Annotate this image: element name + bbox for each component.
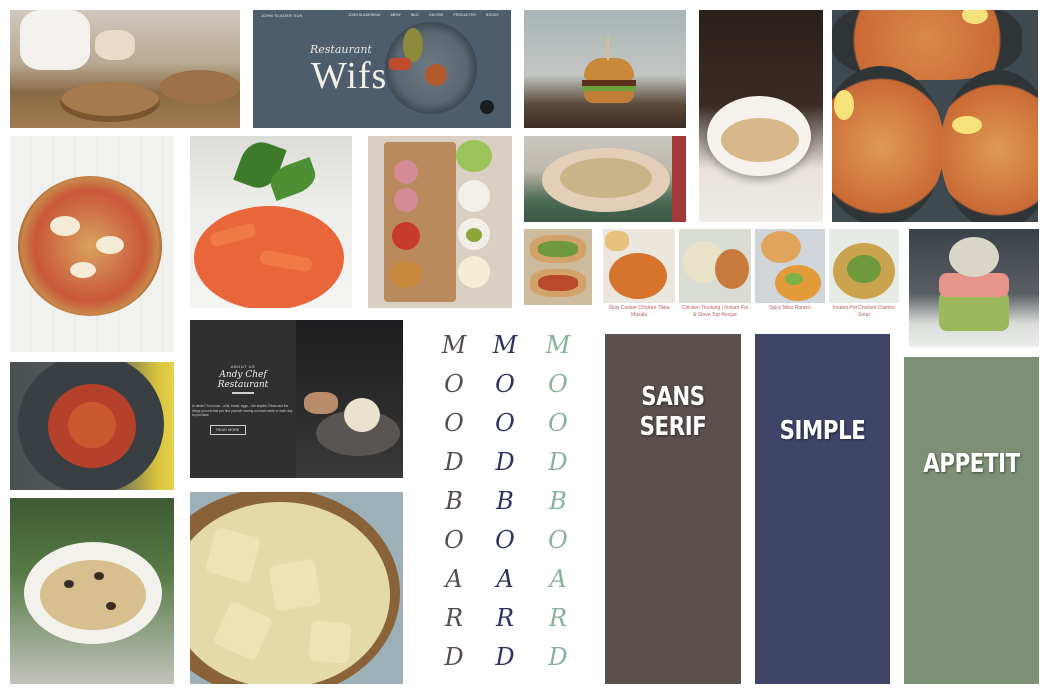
moodboard-letter: O — [548, 526, 568, 554]
recipe-card-miso-ramen[interactable]: Spicy Miso Ramen — [755, 229, 825, 329]
recipe-card-image — [679, 229, 751, 303]
swatch-label: SANS SERIF — [639, 382, 707, 442]
moodboard-letter: O — [548, 409, 568, 437]
moodboard-letter: D — [444, 643, 464, 671]
moodboard-letter: D — [495, 643, 515, 671]
paella-photo — [832, 10, 1038, 222]
burger-photo — [524, 10, 686, 128]
recipe-caption[interactable]: Chicken Tinolang | Instant Pot & Stove T… — [681, 305, 749, 319]
spaghetti-bowl-photo — [699, 10, 823, 222]
moodboard-letter: O — [444, 409, 464, 437]
nav-item[interactable]: BOOKS — [486, 13, 499, 17]
moodboard-letter: M — [492, 331, 518, 359]
about-body: Al dente? You know – milk, bread, eggs –… — [192, 404, 293, 418]
moodboard-letter: M — [441, 331, 467, 359]
moodboard-letter: O — [444, 526, 464, 554]
site-nav: JOHN SLADERKUK MENY BILD OM OSS PRODUKTE… — [348, 13, 499, 17]
food-on-plate — [403, 28, 423, 62]
recipe-card-image — [755, 229, 825, 303]
about-eyebrow: ABOUT US — [230, 364, 256, 369]
swatch-label: APPETIT — [923, 449, 1020, 479]
ravioli-photo — [190, 492, 403, 684]
risotto-bowl-photo — [10, 498, 174, 684]
burger-ingredients-board — [368, 136, 512, 308]
scroll-indicator-icon[interactable] — [480, 100, 494, 114]
moodboard-letter: D — [444, 448, 464, 476]
color-swatch-brown: SANS SERIF — [605, 334, 741, 684]
about-title-line1: Andy Chef — [219, 370, 267, 380]
moodboard-letter: A — [445, 565, 463, 593]
nav-item[interactable]: JOHN SLADERKUK — [348, 13, 381, 17]
moodboard-letter: D — [495, 448, 515, 476]
moodboard-letter: B — [549, 487, 567, 515]
rigatoni-photo — [190, 136, 352, 308]
wraps-photo — [524, 229, 592, 305]
moodboard-letter: R — [444, 604, 464, 632]
pizza-photo — [10, 136, 174, 352]
nav-item[interactable]: PRODUKTER — [453, 13, 476, 17]
moodboard-letter: D — [548, 448, 568, 476]
recipe-caption[interactable]: Instant Pot Chicken Cilantro Soup — [831, 305, 897, 319]
recipe-card-cilantro-soup[interactable]: Instant Pot Chicken Cilantro Soup — [829, 229, 899, 329]
nav-item[interactable]: BILD — [411, 13, 419, 17]
moodboard-letter: M — [545, 331, 571, 359]
site-brand-name: Wifs — [311, 55, 388, 97]
read-more-label: READ MORE — [216, 428, 240, 432]
salad-bowl-photo — [524, 136, 686, 222]
moodboard-letter: O — [495, 526, 515, 554]
recipe-card-tikka-masala[interactable]: Slow Cooker Chicken Tikka Masala — [603, 229, 675, 329]
moodboard-letter: O — [495, 409, 515, 437]
recipe-card-chicken-tinola[interactable]: Chicken Tinolang | Instant Pot & Stove T… — [679, 229, 751, 329]
nav-item[interactable]: MENY — [391, 13, 401, 17]
recipe-card-image — [829, 229, 899, 303]
moodboard-letter: B — [445, 487, 463, 515]
moodboard-letter: O — [548, 370, 568, 398]
moodboard-letter: D — [548, 643, 568, 671]
moodboard-letter: A — [496, 565, 514, 593]
moodboard-letter: R — [548, 604, 568, 632]
color-swatch-sage: APPETIT — [904, 357, 1039, 684]
about-divider — [232, 392, 254, 394]
moodboard-letter: O — [495, 370, 515, 398]
chef-plating-image — [296, 320, 403, 478]
recipe-caption[interactable]: Spicy Miso Ramen — [757, 305, 823, 312]
color-swatch-navy: SIMPLE — [755, 334, 890, 684]
about-us-card: ABOUT US Andy Chef Restaurant Al dente? … — [190, 320, 403, 478]
moodboard-letter: R — [495, 604, 515, 632]
swatch-label: SIMPLE — [779, 416, 866, 446]
moodboard-letter: O — [444, 370, 464, 398]
recipe-card-image — [603, 229, 675, 303]
site-logo: JOHN SLADER KUK — [261, 13, 303, 18]
chef-plating-photo — [10, 10, 240, 128]
read-more-button[interactable]: READ MORE — [210, 425, 246, 435]
restaurant-website-mockup: JOHN SLADER KUK JOHN SLADERKUK MENY BILD… — [253, 10, 511, 128]
tartare-photo — [909, 229, 1039, 347]
moodboard-letter: A — [549, 565, 567, 593]
spaghetti-plate-photo — [10, 362, 174, 490]
recipe-caption[interactable]: Slow Cooker Chicken Tikka Masala — [605, 305, 673, 319]
moodboard-letter: B — [496, 487, 514, 515]
about-title-line2: Restaurant — [217, 380, 269, 390]
nav-item[interactable]: OM OSS — [429, 13, 443, 17]
